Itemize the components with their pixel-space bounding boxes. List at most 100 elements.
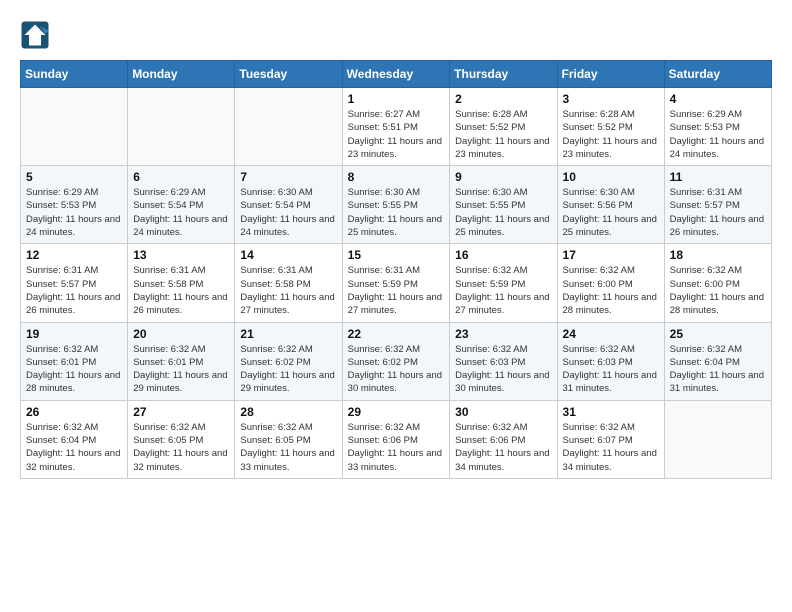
- calendar-cell: 15 Sunrise: 6:31 AM Sunset: 5:59 PM Dayli…: [342, 244, 450, 322]
- page: SundayMondayTuesdayWednesdayThursdayFrid…: [0, 0, 792, 489]
- day-info: Sunrise: 6:28 AM Sunset: 5:52 PM Dayligh…: [563, 108, 659, 161]
- day-header-saturday: Saturday: [664, 61, 771, 88]
- day-number: 19: [26, 327, 122, 341]
- calendar-header-row: SundayMondayTuesdayWednesdayThursdayFrid…: [21, 61, 772, 88]
- calendar-cell: 10 Sunrise: 6:30 AM Sunset: 5:56 PM Dayli…: [557, 166, 664, 244]
- day-info: Sunrise: 6:32 AM Sunset: 6:05 PM Dayligh…: [240, 421, 336, 474]
- day-number: 12: [26, 248, 122, 262]
- day-info: Sunrise: 6:32 AM Sunset: 6:06 PM Dayligh…: [455, 421, 551, 474]
- day-info: Sunrise: 6:31 AM Sunset: 5:57 PM Dayligh…: [670, 186, 766, 239]
- day-info: Sunrise: 6:32 AM Sunset: 6:02 PM Dayligh…: [348, 343, 445, 396]
- day-info: Sunrise: 6:32 AM Sunset: 6:04 PM Dayligh…: [670, 343, 766, 396]
- day-info: Sunrise: 6:31 AM Sunset: 5:59 PM Dayligh…: [348, 264, 445, 317]
- calendar-cell: [664, 400, 771, 478]
- day-number: 23: [455, 327, 551, 341]
- day-info: Sunrise: 6:29 AM Sunset: 5:54 PM Dayligh…: [133, 186, 229, 239]
- day-header-wednesday: Wednesday: [342, 61, 450, 88]
- day-info: Sunrise: 6:31 AM Sunset: 5:58 PM Dayligh…: [240, 264, 336, 317]
- calendar-cell: 2 Sunrise: 6:28 AM Sunset: 5:52 PM Daylig…: [450, 88, 557, 166]
- calendar-cell: 14 Sunrise: 6:31 AM Sunset: 5:58 PM Dayli…: [235, 244, 342, 322]
- day-number: 18: [670, 248, 766, 262]
- day-info: Sunrise: 6:32 AM Sunset: 6:01 PM Dayligh…: [133, 343, 229, 396]
- calendar-cell: 4 Sunrise: 6:29 AM Sunset: 5:53 PM Daylig…: [664, 88, 771, 166]
- day-number: 14: [240, 248, 336, 262]
- calendar-cell: [21, 88, 128, 166]
- calendar-cell: 17 Sunrise: 6:32 AM Sunset: 6:00 PM Dayli…: [557, 244, 664, 322]
- calendar-cell: [128, 88, 235, 166]
- calendar-cell: 25 Sunrise: 6:32 AM Sunset: 6:04 PM Dayli…: [664, 322, 771, 400]
- header: [20, 20, 772, 50]
- day-info: Sunrise: 6:27 AM Sunset: 5:51 PM Dayligh…: [348, 108, 445, 161]
- day-info: Sunrise: 6:30 AM Sunset: 5:56 PM Dayligh…: [563, 186, 659, 239]
- calendar-cell: 30 Sunrise: 6:32 AM Sunset: 6:06 PM Dayli…: [450, 400, 557, 478]
- day-number: 25: [670, 327, 766, 341]
- day-number: 28: [240, 405, 336, 419]
- day-number: 15: [348, 248, 445, 262]
- calendar-cell: 29 Sunrise: 6:32 AM Sunset: 6:06 PM Dayli…: [342, 400, 450, 478]
- day-number: 24: [563, 327, 659, 341]
- calendar-week-row: 12Sunrise: 6:31 AM Sunset: 5:57 PM Dayli…: [21, 244, 772, 322]
- day-info: Sunrise: 6:29 AM Sunset: 5:53 PM Dayligh…: [26, 186, 122, 239]
- day-number: 10: [563, 170, 659, 184]
- day-number: 6: [133, 170, 229, 184]
- day-number: 16: [455, 248, 551, 262]
- day-number: 17: [563, 248, 659, 262]
- calendar-cell: 12Sunrise: 6:31 AM Sunset: 5:57 PM Dayli…: [21, 244, 128, 322]
- calendar-cell: 16 Sunrise: 6:32 AM Sunset: 5:59 PM Dayli…: [450, 244, 557, 322]
- day-info: Sunrise: 6:32 AM Sunset: 6:03 PM Dayligh…: [455, 343, 551, 396]
- calendar-cell: 18Sunrise: 6:32 AM Sunset: 6:00 PM Dayli…: [664, 244, 771, 322]
- calendar-cell: 3 Sunrise: 6:28 AM Sunset: 5:52 PM Daylig…: [557, 88, 664, 166]
- calendar-cell: [235, 88, 342, 166]
- day-number: 27: [133, 405, 229, 419]
- calendar-week-row: 5 Sunrise: 6:29 AM Sunset: 5:53 PM Daylig…: [21, 166, 772, 244]
- calendar-cell: 21Sunrise: 6:32 AM Sunset: 6:02 PM Dayli…: [235, 322, 342, 400]
- day-header-sunday: Sunday: [21, 61, 128, 88]
- day-info: Sunrise: 6:30 AM Sunset: 5:54 PM Dayligh…: [240, 186, 336, 239]
- calendar-cell: 13Sunrise: 6:31 AM Sunset: 5:58 PM Dayli…: [128, 244, 235, 322]
- day-number: 22: [348, 327, 445, 341]
- day-number: 3: [563, 92, 659, 106]
- day-info: Sunrise: 6:30 AM Sunset: 5:55 PM Dayligh…: [348, 186, 445, 239]
- calendar-week-row: 19 Sunrise: 6:32 AM Sunset: 6:01 PM Dayli…: [21, 322, 772, 400]
- calendar-cell: 7 Sunrise: 6:30 AM Sunset: 5:54 PM Daylig…: [235, 166, 342, 244]
- day-number: 21: [240, 327, 336, 341]
- day-number: 5: [26, 170, 122, 184]
- day-header-monday: Monday: [128, 61, 235, 88]
- calendar-cell: 1 Sunrise: 6:27 AM Sunset: 5:51 PM Daylig…: [342, 88, 450, 166]
- calendar-cell: 31 Sunrise: 6:32 AM Sunset: 6:07 PM Dayli…: [557, 400, 664, 478]
- day-info: Sunrise: 6:32 AM Sunset: 5:59 PM Dayligh…: [455, 264, 551, 317]
- day-number: 7: [240, 170, 336, 184]
- day-number: 2: [455, 92, 551, 106]
- day-info: Sunrise: 6:30 AM Sunset: 5:55 PM Dayligh…: [455, 186, 551, 239]
- calendar-cell: 24 Sunrise: 6:32 AM Sunset: 6:03 PM Dayli…: [557, 322, 664, 400]
- day-info: Sunrise: 6:32 AM Sunset: 6:03 PM Dayligh…: [563, 343, 659, 396]
- calendar-cell: 28 Sunrise: 6:32 AM Sunset: 6:05 PM Dayli…: [235, 400, 342, 478]
- day-info: Sunrise: 6:31 AM Sunset: 5:58 PM Dayligh…: [133, 264, 229, 317]
- day-info: Sunrise: 6:32 AM Sunset: 6:01 PM Dayligh…: [26, 343, 122, 396]
- calendar-cell: 8Sunrise: 6:30 AM Sunset: 5:55 PM Daylig…: [342, 166, 450, 244]
- calendar-cell: 5 Sunrise: 6:29 AM Sunset: 5:53 PM Daylig…: [21, 166, 128, 244]
- day-info: Sunrise: 6:29 AM Sunset: 5:53 PM Dayligh…: [670, 108, 766, 161]
- calendar-cell: 20Sunrise: 6:32 AM Sunset: 6:01 PM Dayli…: [128, 322, 235, 400]
- day-info: Sunrise: 6:32 AM Sunset: 6:06 PM Dayligh…: [348, 421, 445, 474]
- day-info: Sunrise: 6:32 AM Sunset: 6:07 PM Dayligh…: [563, 421, 659, 474]
- day-number: 29: [348, 405, 445, 419]
- day-header-friday: Friday: [557, 61, 664, 88]
- day-info: Sunrise: 6:28 AM Sunset: 5:52 PM Dayligh…: [455, 108, 551, 161]
- day-number: 1: [348, 92, 445, 106]
- day-info: Sunrise: 6:32 AM Sunset: 6:00 PM Dayligh…: [563, 264, 659, 317]
- day-number: 4: [670, 92, 766, 106]
- calendar-cell: 11Sunrise: 6:31 AM Sunset: 5:57 PM Dayli…: [664, 166, 771, 244]
- day-number: 9: [455, 170, 551, 184]
- logo-icon: [20, 20, 50, 50]
- day-info: Sunrise: 6:32 AM Sunset: 6:04 PM Dayligh…: [26, 421, 122, 474]
- day-number: 30: [455, 405, 551, 419]
- day-info: Sunrise: 6:32 AM Sunset: 6:05 PM Dayligh…: [133, 421, 229, 474]
- calendar-cell: 27 Sunrise: 6:32 AM Sunset: 6:05 PM Dayli…: [128, 400, 235, 478]
- calendar-cell: 22 Sunrise: 6:32 AM Sunset: 6:02 PM Dayli…: [342, 322, 450, 400]
- day-number: 31: [563, 405, 659, 419]
- day-header-thursday: Thursday: [450, 61, 557, 88]
- calendar-week-row: 1 Sunrise: 6:27 AM Sunset: 5:51 PM Daylig…: [21, 88, 772, 166]
- calendar-cell: 19 Sunrise: 6:32 AM Sunset: 6:01 PM Dayli…: [21, 322, 128, 400]
- day-number: 26: [26, 405, 122, 419]
